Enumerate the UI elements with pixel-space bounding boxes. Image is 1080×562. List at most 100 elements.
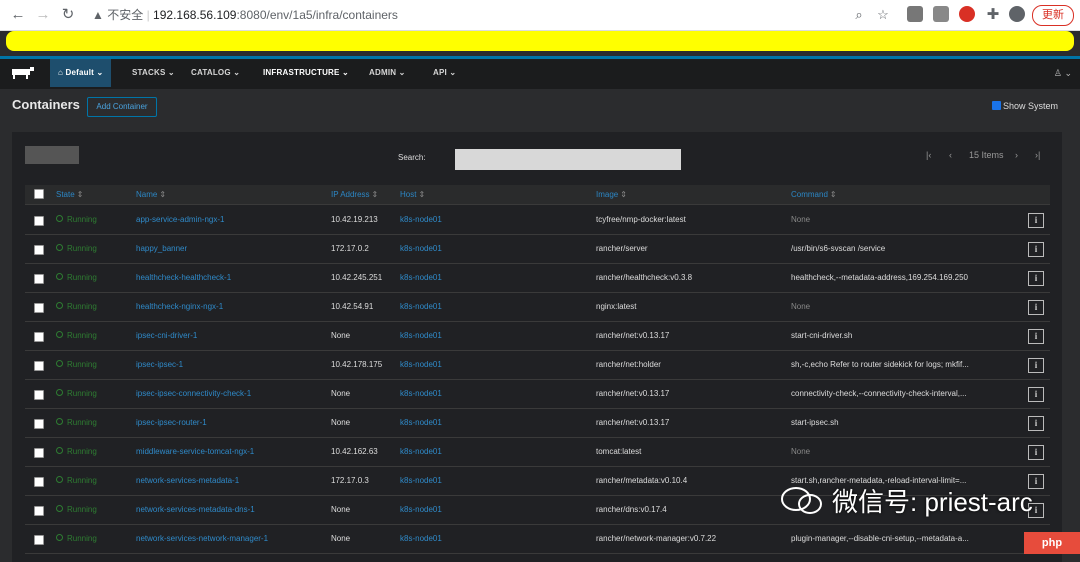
col-state[interactable]: State ⇕ (56, 185, 83, 204)
zoom-icon[interactable]: ⌕ (849, 5, 869, 25)
prev-page-icon[interactable]: ‹ (949, 150, 952, 160)
user-icon: ♙ (1053, 68, 1062, 78)
container-name-link[interactable]: ipsec-cni-driver-1 (136, 322, 321, 350)
ip-address: None (331, 418, 351, 427)
extension-icon[interactable] (907, 6, 923, 22)
puzzle-icon[interactable]: ✚ (983, 5, 1003, 25)
container-name-link[interactable]: ipsec-ipsec-1 (136, 351, 321, 379)
row-checkbox[interactable] (34, 361, 44, 371)
col-host[interactable]: Host ⇕ (400, 185, 425, 204)
bookmark-star-icon[interactable]: ☆ (873, 5, 893, 25)
host-link[interactable]: k8s-node01 (400, 293, 470, 321)
container-name-link[interactable]: healthcheck-nginx-ngx-1 (136, 293, 321, 321)
host-link[interactable]: k8s-node01 (400, 235, 470, 263)
host-link[interactable]: k8s-node01 (400, 206, 470, 234)
back-icon[interactable]: ← (8, 5, 28, 25)
info-menu-icon[interactable]: i (1028, 242, 1044, 257)
menu-catalog[interactable]: CATALOG ⌄ (191, 59, 240, 87)
search-input[interactable] (455, 149, 681, 170)
menu-infrastructure[interactable]: INFRASTRUCTURE ⌄ (263, 59, 349, 87)
container-name-link[interactable]: middleware-service-tomcat-ngx-1 (136, 438, 321, 466)
row-checkbox[interactable] (34, 303, 44, 313)
row-checkbox[interactable] (34, 216, 44, 226)
row-checkbox[interactable] (34, 390, 44, 400)
container-name-link[interactable]: ipsec-ipsec-connectivity-check-1 (136, 380, 321, 408)
checkbox-checked-icon[interactable] (991, 101, 1001, 110)
info-menu-icon[interactable]: i (1028, 300, 1044, 315)
row-checkbox[interactable] (34, 332, 44, 342)
rancher-logo-icon[interactable] (10, 67, 34, 79)
extension-icon[interactable] (933, 6, 949, 22)
info-menu-icon[interactable]: i (1028, 445, 1044, 460)
table-row: Running healthcheck-healthcheck-1 10.42.24… (25, 264, 1050, 293)
info-menu-icon[interactable]: i (1028, 387, 1044, 402)
image-name: rancher/metadata:v0.10.4 (596, 476, 688, 485)
forward-icon[interactable]: → (33, 5, 53, 25)
chevron-down-icon: ⌄ (96, 68, 104, 77)
image-name: rancher/network-manager:v0.7.22 (596, 534, 717, 543)
container-name-link[interactable]: healthcheck-healthcheck-1 (136, 264, 321, 292)
col-ip[interactable]: IP Address ⇕ (331, 185, 378, 204)
col-command[interactable]: Command ⇕ (791, 185, 837, 204)
menu-api[interactable]: API ⌄ (433, 59, 456, 87)
host-link[interactable]: k8s-node01 (400, 322, 470, 350)
ip-address: 172.17.0.2 (331, 244, 369, 253)
image-name: rancher/healthcheck:v0.3.8 (596, 273, 693, 282)
host-link[interactable]: k8s-node01 (400, 380, 470, 408)
row-checkbox[interactable] (34, 419, 44, 429)
host-link[interactable]: k8s-node01 (400, 496, 470, 524)
add-container-button[interactable]: Add Container (87, 97, 157, 117)
ip-address: None (331, 505, 351, 514)
next-page-icon[interactable]: › (1015, 150, 1018, 160)
container-name-link[interactable]: happy_banner (136, 235, 321, 263)
col-image[interactable]: Image ⇕ (596, 185, 627, 204)
show-system-toggle[interactable]: Show System (991, 101, 1058, 111)
table-row: Running ipsec-ipsec-router-1 None k8s-node0… (25, 409, 1050, 438)
info-menu-icon[interactable]: i (1028, 213, 1044, 228)
container-name-link[interactable]: network-services-network-manager-1 (136, 525, 321, 553)
env-switcher[interactable]: ⌂ Default ⌄ (50, 59, 112, 87)
host-link[interactable]: k8s-node01 (400, 467, 470, 495)
row-checkbox[interactable] (34, 535, 44, 545)
table-row: Running ipsec-cni-driver-1 None k8s-node01 r… (25, 322, 1050, 351)
profile-icon[interactable] (1009, 6, 1025, 22)
last-page-icon[interactable]: ›| (1035, 150, 1040, 160)
browser-toolbar: ← → ↻ ▲ 不安全 | 192.168.56.109:8080/env/1a… (0, 0, 1080, 31)
first-page-icon[interactable]: |‹ (926, 150, 931, 160)
state-badge: Running (56, 322, 97, 350)
row-checkbox[interactable] (34, 506, 44, 516)
container-name-link[interactable]: app-service-admin-ngx-1 (136, 206, 321, 234)
menu-stacks[interactable]: STACKS ⌄ (132, 59, 175, 87)
row-checkbox[interactable] (34, 245, 44, 255)
host-link[interactable]: k8s-node01 (400, 351, 470, 379)
url-port: :8080 (236, 8, 267, 22)
info-menu-icon[interactable]: i (1028, 271, 1044, 286)
extension-icon[interactable] (959, 6, 975, 22)
ip-address: None (331, 534, 351, 543)
address-bar[interactable]: ▲ 不安全 | 192.168.56.109:8080/env/1a5/infr… (92, 6, 398, 24)
table-row: Running ipsec-ipsec-1 10.42.178.175 k8s-nod… (25, 351, 1050, 380)
info-menu-icon[interactable]: i (1028, 416, 1044, 431)
user-menu[interactable]: ♙ ⌄ (1054, 59, 1072, 87)
host-link[interactable]: k8s-node01 (400, 264, 470, 292)
col-name[interactable]: Name ⇕ (136, 185, 166, 204)
info-menu-icon[interactable]: i (1028, 358, 1044, 373)
info-menu-icon[interactable]: i (1028, 329, 1044, 344)
container-name-link[interactable]: ipsec-ipsec-router-1 (136, 409, 321, 437)
select-all-checkbox[interactable] (34, 189, 44, 199)
row-checkbox[interactable] (34, 274, 44, 284)
reload-icon[interactable]: ↻ (58, 5, 78, 25)
table-row: Running app-service-admin-ngx-1 10.42.19.2… (25, 206, 1050, 235)
update-button[interactable]: 更新 (1032, 5, 1074, 26)
bulk-action-button[interactable] (25, 146, 79, 164)
url-host: 192.168.56.109 (153, 8, 237, 22)
menu-admin[interactable]: ADMIN ⌄ (369, 59, 406, 87)
host-link[interactable]: k8s-node01 (400, 525, 470, 553)
container-name-link[interactable]: network-services-metadata-dns-1 (136, 496, 321, 524)
host-link[interactable]: k8s-node01 (400, 438, 470, 466)
row-checkbox[interactable] (34, 477, 44, 487)
row-checkbox[interactable] (34, 448, 44, 458)
container-name-link[interactable]: network-services-metadata-1 (136, 467, 321, 495)
table-row: Running middleware-service-tomcat-ngx-1 10… (25, 438, 1050, 467)
host-link[interactable]: k8s-node01 (400, 409, 470, 437)
